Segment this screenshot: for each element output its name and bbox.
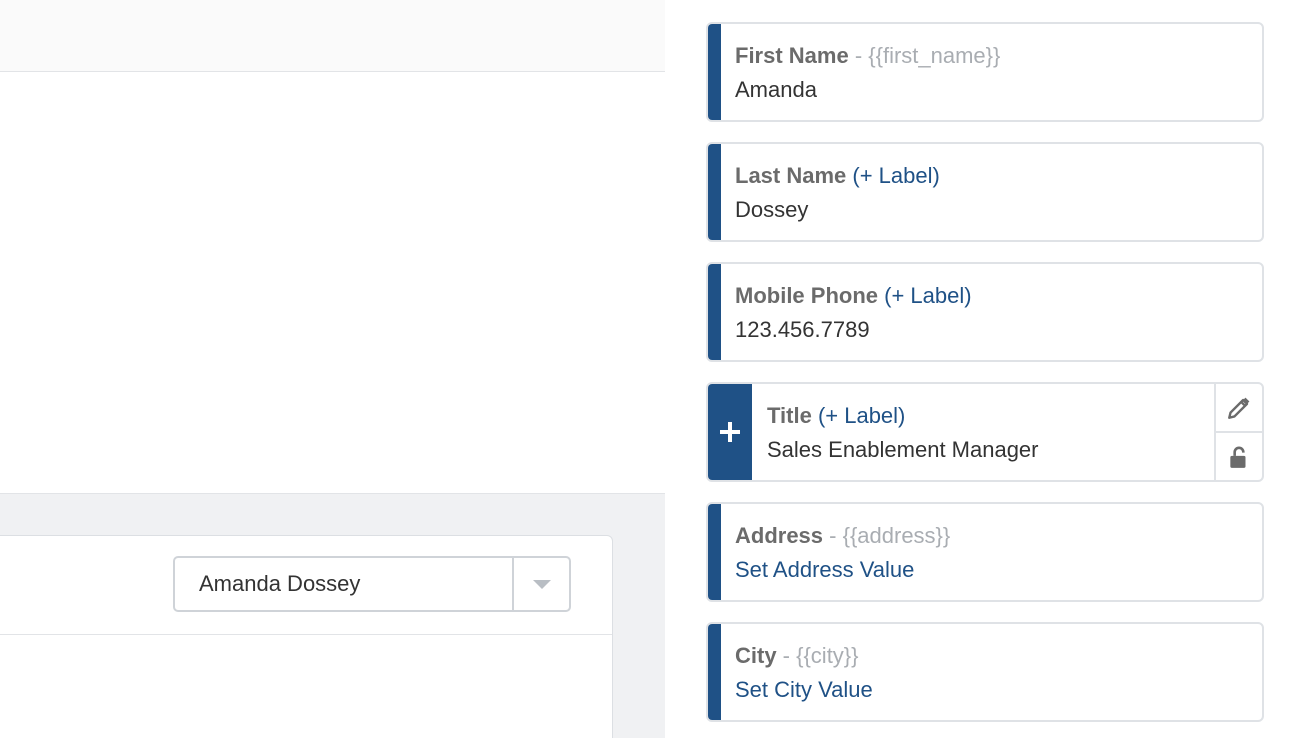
plus-icon [720,422,740,442]
field-address[interactable]: Address - {{address}} Set Address Value [706,502,1264,602]
field-mobile-phone[interactable]: Mobile Phone (+ Label) 123.456.7789 [706,262,1264,362]
set-value-link[interactable]: Set City Value [735,676,1252,704]
top-toolbar-strip [0,0,665,72]
field-tools [1214,384,1262,480]
field-value: 123.456.7789 [735,317,870,342]
bottom-panel-area: Amanda Dossey [0,493,665,738]
contact-select-value: Amanda Dossey [199,571,361,596]
add-label-link[interactable]: (+ Label) [878,283,971,308]
field-title[interactable]: Title (+ Label) Sales Enablement Manager [706,382,1264,482]
field-last-name[interactable]: Last Name (+ Label) Dossey [706,142,1264,242]
field-merge-tag: - {{address}} [823,523,951,548]
unlock-icon [1230,446,1246,468]
field-merge-tag: - {{city}} [776,643,859,668]
field-label: First Name [735,43,849,68]
left-pane: Amanda Dossey [0,0,665,738]
field-label: Title [767,403,812,428]
add-label-link[interactable]: (+ Label) [846,163,939,188]
field-accent-bar [708,264,721,360]
field-label: Last Name [735,163,847,188]
edit-field-button[interactable] [1216,384,1262,431]
field-label: City [735,643,777,668]
field-value: Sales Enablement Manager [767,437,1039,462]
field-value: Amanda [735,77,817,102]
field-merge-tag: - {{first_name}} [848,43,1001,68]
field-city[interactable]: City - {{city}} Set City Value [706,622,1264,722]
pencil-icon [1228,397,1250,419]
field-first-name[interactable]: First Name - {{first_name}} Amanda [706,22,1264,122]
contact-select[interactable]: Amanda Dossey [173,556,571,612]
expand-field-button[interactable] [708,384,752,480]
lock-field-button[interactable] [1216,431,1262,480]
field-label: Mobile Phone [735,283,878,308]
caret-down-icon [532,579,551,589]
field-accent-bar [708,504,721,600]
canvas-area [0,72,665,493]
merge-fields-list: First Name - {{first_name}} Amanda Last … [706,22,1264,738]
contact-select-toggle[interactable] [512,558,569,610]
field-label: Address [735,523,824,548]
add-label-link[interactable]: (+ Label) [812,403,905,428]
field-value: Dossey [735,197,809,222]
field-accent-bar [708,144,721,240]
field-accent-bar [708,624,721,720]
panel-divider [0,634,612,635]
field-accent-bar [708,24,721,120]
set-value-link[interactable]: Set Address Value [735,556,1252,584]
contact-panel-card: Amanda Dossey [0,535,613,738]
